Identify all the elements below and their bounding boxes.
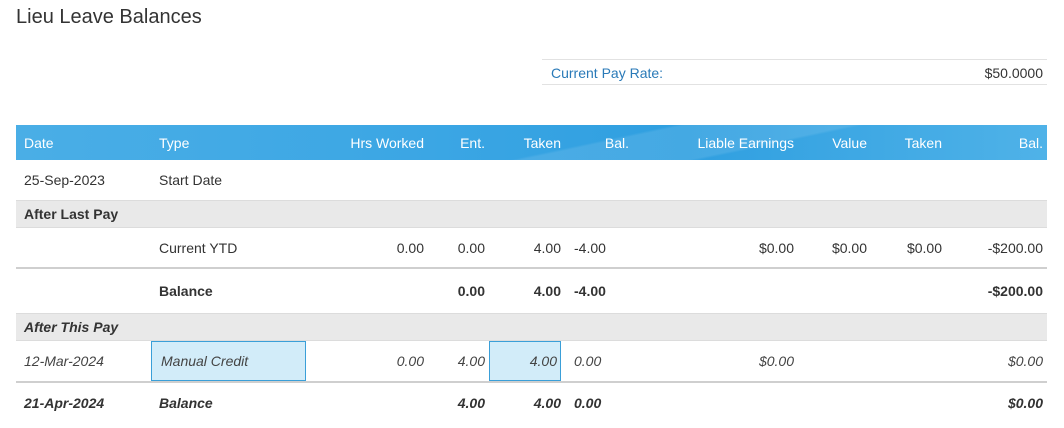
page-title: Lieu Leave Balances: [16, 6, 202, 28]
row-taken: 4.00: [533, 283, 561, 299]
pay-rate-value: $50.0000: [984, 65, 1043, 81]
table-row-balance: Balance 0.00 4.00 -4.00 -$200.00: [16, 268, 1047, 314]
row-liable-earnings: $0.00: [633, 340, 798, 383]
row-bal: 0.00: [574, 395, 602, 411]
row-bal: -4.00: [574, 283, 606, 299]
row-value: $0.00: [798, 227, 871, 269]
manual-credit-taken-input[interactable]: 4.00: [489, 341, 561, 381]
row-bal: -4.00: [565, 227, 633, 269]
section-after-last-pay: After Last Pay: [16, 200, 1047, 228]
lieu-leave-table: Date Type Hrs Worked Ent. Taken Bal. Lia…: [16, 125, 1047, 423]
col-type: Type: [159, 134, 190, 151]
table-row: 25-Sep-2023 Start Date: [16, 160, 1047, 201]
pay-rate-label: Current Pay Rate:: [551, 65, 664, 81]
row-date: 12-Mar-2024: [16, 340, 151, 383]
table-header: Date Type Hrs Worked Ent. Taken Bal. Lia…: [16, 125, 1047, 160]
row-hrs-worked: 0.00: [306, 227, 428, 269]
row-ent: 0.00: [457, 283, 485, 299]
row-hrs-worked: 0.00: [306, 340, 428, 383]
manual-credit-type[interactable]: Manual Credit: [151, 341, 306, 381]
row-ent: 0.00: [428, 227, 489, 269]
col-value: Value: [832, 134, 867, 151]
row-type: Start Date: [159, 172, 223, 188]
col-bal-hrs: Bal.: [604, 134, 629, 151]
table-row: 12-Mar-2024 Manual Credit 0.00 4.00 4.00…: [16, 340, 1047, 383]
row-taken-value: $0.00: [871, 227, 946, 269]
col-hrs-worked: Hrs Worked: [350, 134, 424, 151]
row-bal-value: $0.00: [1007, 395, 1043, 411]
manual-credit-type-cell[interactable]: Manual Credit: [151, 340, 306, 383]
manual-credit-taken-cell[interactable]: 4.00: [489, 340, 565, 383]
col-bal-value: Bal.: [1018, 134, 1043, 151]
row-type: Current YTD: [151, 227, 306, 269]
row-ent: 4.00: [457, 395, 485, 411]
col-date: Date: [24, 134, 54, 151]
row-date: 25-Sep-2023: [24, 172, 105, 188]
current-pay-rate: Current Pay Rate: $50.0000: [542, 59, 1047, 85]
row-type: Balance: [159, 395, 213, 411]
col-taken-hrs: Taken: [523, 134, 561, 151]
section-label: After This Pay: [16, 313, 1047, 341]
row-date: 21-Apr-2024: [24, 395, 105, 411]
section-after-this-pay: After This Pay: [16, 313, 1047, 341]
row-bal-value: $0.00: [946, 340, 1047, 383]
table-row-final-balance: 21-Apr-2024 Balance 4.00 4.00 0.00 $0.00: [16, 382, 1047, 423]
row-bal-value: -$200.00: [987, 283, 1043, 299]
row-taken: 4.00: [489, 227, 565, 269]
row-taken: 4.00: [533, 395, 561, 411]
row-ent: 4.00: [428, 340, 489, 383]
col-taken-value: Taken: [904, 134, 942, 151]
row-type: Balance: [159, 283, 213, 299]
section-label: After Last Pay: [16, 200, 1047, 228]
row-bal-value: -$200.00: [946, 227, 1047, 269]
col-ent: Ent.: [460, 134, 485, 151]
col-liable-earnings: Liable Earnings: [697, 134, 794, 151]
row-bal: 0.00: [565, 340, 633, 383]
table-row: Current YTD 0.00 0.00 4.00 -4.00 $0.00 $…: [16, 227, 1047, 269]
row-liable-earnings: $0.00: [633, 227, 798, 269]
